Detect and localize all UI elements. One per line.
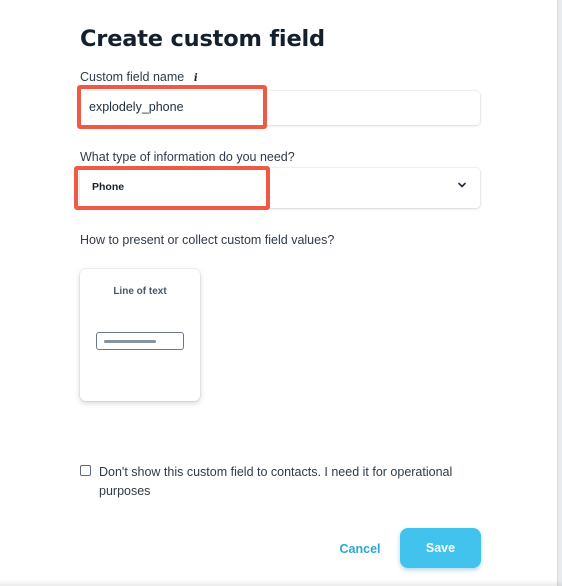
info-type-select[interactable]: Phone xyxy=(80,168,480,208)
presentation-option-label: Line of text xyxy=(113,286,167,297)
save-button[interactable]: Save xyxy=(400,528,481,568)
side-panel-edge xyxy=(557,0,562,586)
hide-from-contacts-label[interactable]: Don't show this custom field to contacts… xyxy=(99,463,479,501)
info-type-selected-value: Phone xyxy=(92,181,125,193)
presentation-label: How to present or collect custom field v… xyxy=(80,233,335,247)
page-title: Create custom field xyxy=(80,26,325,52)
custom-field-name-value: explodely_phone xyxy=(89,100,184,114)
text-line-placeholder xyxy=(104,340,156,343)
custom-field-name-label-text: Custom field name xyxy=(80,70,185,84)
hide-from-contacts-checkbox[interactable] xyxy=(80,465,91,476)
custom-field-name-input[interactable]: explodely_phone xyxy=(80,91,480,125)
info-icon[interactable]: i xyxy=(190,73,201,84)
text-input-illustration-icon xyxy=(96,332,184,350)
chevron-down-icon xyxy=(458,182,466,188)
info-type-label: What type of information do you need? xyxy=(80,150,295,164)
presentation-option-line-of-text[interactable]: Line of text xyxy=(80,269,200,401)
bottom-shadow xyxy=(0,580,562,586)
custom-field-name-label: Custom field name i xyxy=(80,70,201,84)
cancel-button[interactable]: Cancel xyxy=(332,538,388,560)
